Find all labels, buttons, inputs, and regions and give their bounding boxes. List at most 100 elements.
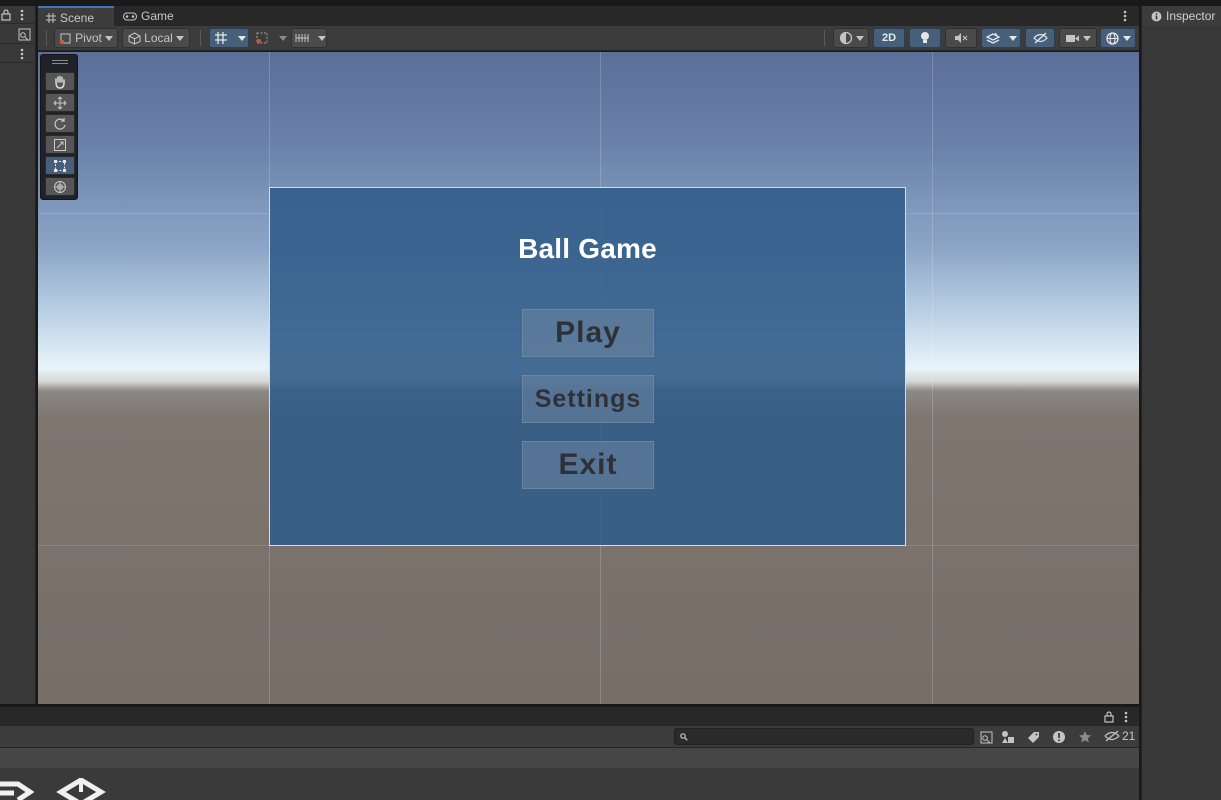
space-toggle-button[interactable]: Local [122, 28, 190, 48]
move-arrows-icon [53, 96, 67, 109]
lock-icon[interactable] [1, 9, 11, 21]
move-tool-button[interactable] [45, 93, 75, 112]
lightbulb-icon [921, 32, 929, 43]
unity-asset-icon[interactable] [56, 778, 106, 800]
lock-icon[interactable] [1104, 711, 1114, 723]
info-icon [1151, 11, 1162, 21]
ui-canvas-panel[interactable]: Ball Game Play Settings Exit [269, 187, 906, 546]
increment-snapping-button[interactable] [252, 28, 288, 48]
overlay-grip[interactable] [52, 60, 68, 64]
exit-button[interactable]: Exit [522, 441, 654, 489]
chevron-down-icon [104, 35, 113, 41]
scene-toolbar: Pivot Local 2D [38, 26, 1139, 51]
hierarchy-scene-row [0, 45, 36, 63]
log-type-filter-button[interactable] [1048, 728, 1070, 746]
hierarchy-panel-edge [0, 6, 36, 704]
grid-snapping-button[interactable] [209, 28, 249, 48]
space-label: Local [144, 31, 173, 45]
cube-icon [128, 31, 141, 45]
scene-tab-bar: Scene Game [38, 6, 1139, 27]
project-search-input[interactable] [674, 728, 974, 745]
play-button[interactable]: Play [522, 309, 654, 357]
draw-mode-button[interactable] [833, 28, 869, 48]
rotate-tool-button[interactable] [45, 114, 75, 133]
gizmo-globe-icon [1106, 31, 1119, 45]
scene-camera-button[interactable] [1059, 28, 1097, 48]
2d-mode-button[interactable]: 2D [873, 28, 905, 48]
hierarchy-toolbar-row [0, 26, 36, 44]
search-window-button[interactable] [975, 728, 997, 746]
gamepad-icon [123, 12, 137, 20]
effects-toggle-button[interactable] [981, 28, 1021, 48]
rect-tool-button[interactable] [45, 156, 75, 175]
eye-slash-icon [1104, 730, 1120, 742]
ruler-snap-button[interactable] [291, 28, 327, 48]
project-breadcrumb-bar [0, 748, 1139, 768]
project-content-area [0, 748, 1139, 800]
kebab-menu-icon[interactable] [20, 48, 24, 60]
toolbar-grip [46, 30, 47, 46]
chevron-down-icon [279, 35, 287, 41]
inspector-panel: Inspector [1141, 6, 1221, 800]
settings-button[interactable]: Settings [522, 375, 654, 423]
2d-mode-label: 2D [881, 32, 897, 44]
chevron-down-icon [175, 35, 184, 41]
eye-slash-icon [1032, 32, 1048, 44]
pivot-label: Pivot [75, 31, 102, 45]
search-window-icon [980, 731, 992, 743]
kebab-menu-icon[interactable] [1124, 711, 1128, 723]
grid-line [932, 52, 933, 704]
scale-icon [54, 138, 66, 151]
gizmos-button[interactable] [1100, 28, 1136, 48]
chevron-down-icon [855, 35, 864, 41]
inspector-title: Inspector [1166, 9, 1216, 23]
tab-scene-label: Scene [60, 10, 95, 25]
audio-toggle-button[interactable] [945, 28, 977, 48]
search-icon [680, 733, 688, 741]
hidden-packages-count[interactable]: 21 [1104, 729, 1135, 743]
kebab-menu-icon[interactable] [1123, 10, 1127, 22]
grid-hash-icon [46, 12, 56, 23]
transform-combined-icon [54, 180, 66, 193]
settings-button-label: Settings [534, 384, 642, 413]
scene-visibility-button[interactable] [1025, 28, 1055, 48]
pivot-toggle-button[interactable]: Pivot [54, 28, 118, 48]
search-window-icon[interactable] [18, 28, 31, 41]
hand-tool-button[interactable] [45, 72, 75, 91]
kebab-menu-icon[interactable] [20, 9, 24, 21]
tag-icon [1027, 731, 1039, 743]
filter-by-type-button[interactable] [997, 728, 1019, 746]
hierarchy-tab-row [0, 6, 36, 24]
tab-game[interactable]: Game [115, 6, 182, 26]
project-tab-bar [0, 706, 1139, 726]
tab-inspector[interactable]: Inspector [1142, 6, 1221, 26]
hidden-count-value: 21 [1122, 729, 1136, 743]
favorites-button[interactable] [1074, 728, 1096, 746]
pivot-icon [60, 33, 71, 44]
play-button-label: Play [555, 316, 621, 349]
game-title: Ball Game [518, 233, 657, 264]
tab-game-label: Game [141, 9, 174, 23]
shading-sphere-icon [839, 31, 852, 45]
exit-button-label: Exit [558, 448, 618, 481]
tab-scene[interactable]: Scene [38, 6, 114, 27]
scale-tool-button[interactable] [45, 135, 75, 154]
warning-circle-icon [1053, 731, 1065, 743]
rect-transform-icon [54, 159, 66, 172]
increment-snap-icon [256, 32, 268, 44]
transform-tool-button[interactable] [45, 177, 75, 196]
unity-asset-icon[interactable] [0, 778, 34, 800]
grid-snap-icon [215, 32, 227, 44]
tools-overlay [40, 54, 78, 200]
lighting-toggle-button[interactable] [909, 28, 941, 48]
chevron-down-icon [318, 35, 326, 41]
hand-icon [55, 75, 65, 89]
ruler-icon [295, 34, 309, 42]
scene-viewport[interactable]: Ball Game Play Settings Exit [38, 52, 1139, 704]
chevron-down-icon [1009, 35, 1017, 41]
rotate-icon [54, 117, 66, 130]
toolbar-separator [824, 30, 825, 46]
audio-muted-icon [955, 33, 968, 43]
filter-by-label-button[interactable] [1022, 728, 1044, 746]
camera-icon [1066, 34, 1079, 42]
